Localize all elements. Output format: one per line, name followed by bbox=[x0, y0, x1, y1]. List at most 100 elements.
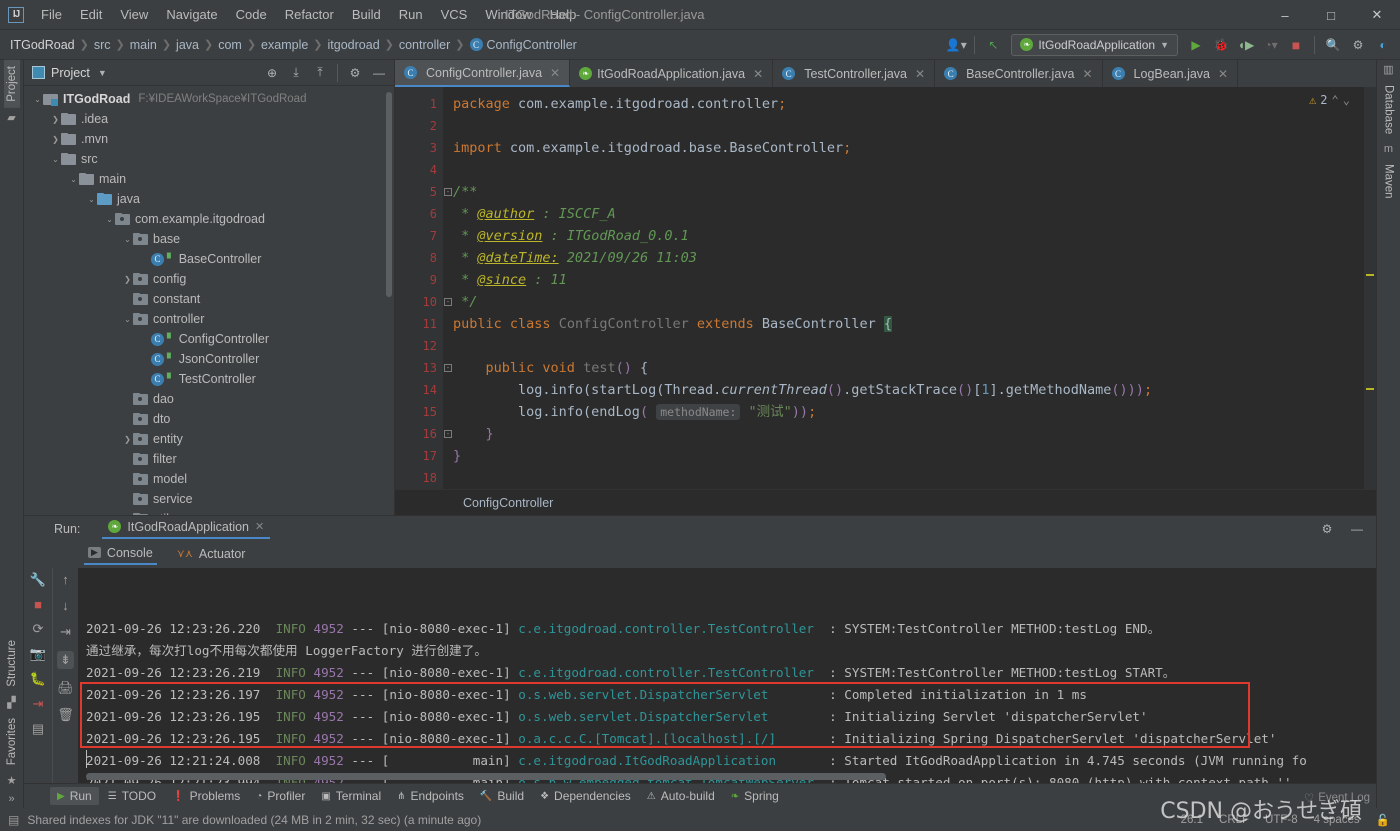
chevron-down-icon[interactable]: ⌄ bbox=[122, 515, 133, 516]
console-horizontal-scrollbar[interactable] bbox=[86, 773, 886, 780]
tab-actuator[interactable]: ⋎⋏ Actuator bbox=[173, 547, 250, 564]
menu-refactor[interactable]: Refactor bbox=[276, 3, 343, 26]
error-stripe-marker-bar[interactable] bbox=[1364, 87, 1376, 489]
sidebar-item-structure[interactable]: Structure bbox=[4, 634, 20, 693]
breadcrumb-item-com[interactable]: com bbox=[218, 38, 242, 52]
line-number[interactable]: 8 bbox=[395, 247, 443, 269]
tab-console[interactable]: ▶ Console bbox=[84, 546, 157, 565]
tree-node-constant[interactable]: constant bbox=[24, 289, 394, 309]
tree-node-main[interactable]: ⌄ main bbox=[24, 169, 394, 189]
breadcrumb-item-example[interactable]: example bbox=[261, 38, 308, 52]
menu-run[interactable]: Run bbox=[390, 3, 432, 26]
tree-node-base[interactable]: ⌄ base bbox=[24, 229, 394, 249]
tree-node--mvn[interactable]: ❯ .mvn bbox=[24, 129, 394, 149]
minimize-button[interactable]: – bbox=[1262, 0, 1308, 30]
editor-tab-itgodroadapplication[interactable]: ❧ ItGodRoadApplication.java ✕ bbox=[570, 60, 774, 87]
soft-wrap-icon[interactable]: ⇥ bbox=[60, 624, 71, 640]
breadcrumb-item-itgodroad[interactable]: itgodroad bbox=[328, 38, 380, 52]
tree-node-util[interactable]: ⌄ util bbox=[24, 509, 394, 515]
sidebar-item-maven[interactable]: Maven bbox=[1381, 158, 1397, 205]
line-number[interactable]: 10- bbox=[395, 291, 452, 313]
editor-tab-configcontroller[interactable]: C ConfigController.java ✕ bbox=[395, 60, 571, 87]
run-icon[interactable]: ▶ bbox=[1185, 34, 1207, 56]
chevron-right-icon[interactable]: ❯ bbox=[122, 275, 133, 284]
tool-window-auto-build[interactable]: ⚠ Auto-build bbox=[640, 787, 722, 805]
line-number[interactable]: 15 bbox=[395, 401, 443, 423]
line-number[interactable]: 1 bbox=[395, 93, 443, 115]
tree-node-model[interactable]: model bbox=[24, 469, 394, 489]
tree-node-filter[interactable]: filter bbox=[24, 449, 394, 469]
profile-icon[interactable]: ◔▾ bbox=[1260, 34, 1282, 56]
menu-edit[interactable]: Edit bbox=[71, 3, 111, 26]
caret-position[interactable]: 26:1 bbox=[1181, 814, 1203, 826]
tree-node-src[interactable]: ⌄ src bbox=[24, 149, 394, 169]
line-number[interactable]: 6 bbox=[395, 203, 443, 225]
line-number[interactable]: 13- bbox=[395, 357, 452, 379]
tree-node-itgodroad[interactable]: ⌄ ITGodRoad F:¥IDEAWorkSpace¥ITGodRoad bbox=[24, 89, 394, 109]
tool-window-endpoints[interactable]: ⋔ Endpoints bbox=[390, 787, 471, 805]
sidebar-item-project[interactable]: Project bbox=[3, 60, 20, 108]
tool-window-profiler[interactable]: ◔ Profiler bbox=[249, 787, 312, 805]
line-number[interactable]: 18 bbox=[395, 467, 443, 489]
line-number[interactable]: 2 bbox=[395, 115, 443, 137]
line-number[interactable]: 4 bbox=[395, 159, 443, 181]
stop-icon[interactable]: ■ bbox=[34, 597, 42, 612]
editor-tab-basecontroller[interactable]: C BaseController.java ✕ bbox=[935, 60, 1103, 87]
lock-icon[interactable]: 🔓 bbox=[1376, 813, 1390, 827]
line-number[interactable]: 17 bbox=[395, 445, 443, 467]
wrench-icon[interactable]: 🔧 bbox=[30, 572, 46, 588]
tool-window-todo[interactable]: ☰ TODO bbox=[101, 787, 163, 805]
scroll-up-icon[interactable]: ↑ bbox=[62, 572, 69, 587]
line-number[interactable]: 11 bbox=[395, 313, 443, 335]
tool-window-build[interactable]: 🔨 Build bbox=[473, 787, 531, 805]
collapse-all-icon[interactable]: ⤒ bbox=[309, 62, 331, 84]
gear-icon[interactable]: ⚙ bbox=[1316, 518, 1338, 540]
scroll-to-end-icon[interactable]: ⇟ bbox=[57, 651, 74, 669]
search-icon[interactable]: 🔍 bbox=[1322, 34, 1344, 56]
debug-attach-icon[interactable]: 🐛 bbox=[30, 671, 46, 687]
trash-icon[interactable]: 🗑 bbox=[57, 707, 74, 723]
hide-icon[interactable]: — bbox=[1346, 518, 1368, 540]
tree-node-configcontroller[interactable]: C ▘ ConfigController bbox=[24, 329, 394, 349]
menu-vcs[interactable]: VCS bbox=[432, 3, 477, 26]
tree-node-com-example-itgodroad[interactable]: ⌄ com.example.itgodroad bbox=[24, 209, 394, 229]
editor-breadcrumb[interactable]: ConfigController bbox=[395, 489, 1376, 515]
close-icon[interactable]: ✕ bbox=[1082, 67, 1092, 81]
sidebar-item-database[interactable]: Database bbox=[1381, 79, 1397, 140]
locate-icon[interactable]: ⊕ bbox=[261, 62, 283, 84]
line-separator[interactable]: CRLF bbox=[1219, 814, 1249, 826]
console-output[interactable]: 2021-09-26 12:23:26.220 INFO 4952 --- [n… bbox=[78, 568, 1376, 783]
menu-build[interactable]: Build bbox=[343, 3, 390, 26]
breadcrumb-item-controller[interactable]: controller bbox=[399, 38, 450, 52]
menu-navigate[interactable]: Navigate bbox=[157, 3, 226, 26]
rerun-icon[interactable]: ⟳ bbox=[33, 621, 44, 637]
chevron-right-icon[interactable]: ❯ bbox=[122, 435, 133, 444]
tree-node-java[interactable]: ⌄ java bbox=[24, 189, 394, 209]
tree-node-entity[interactable]: ❯ entity bbox=[24, 429, 394, 449]
code-content[interactable]: package com.example.itgodroad.controller… bbox=[443, 87, 1364, 489]
sidebar-item-favorites[interactable]: Favorites bbox=[4, 712, 20, 771]
line-number[interactable]: 12 bbox=[395, 335, 443, 357]
chevron-down-icon[interactable]: ⌄ bbox=[122, 235, 133, 244]
close-icon[interactable]: ✕ bbox=[753, 67, 763, 81]
menu-code[interactable]: Code bbox=[227, 3, 276, 26]
tree-node-dao[interactable]: dao bbox=[24, 389, 394, 409]
chevron-down-icon[interactable]: ⌄ bbox=[122, 315, 133, 324]
gear-icon[interactable]: ⚙ bbox=[1347, 34, 1369, 56]
user-icon[interactable]: 👤▾ bbox=[945, 34, 967, 56]
chevron-down-icon[interactable]: ⌄ bbox=[86, 195, 97, 204]
hide-icon[interactable]: — bbox=[368, 62, 390, 84]
line-number[interactable]: 14 bbox=[395, 379, 443, 401]
tree-node-controller[interactable]: ⌄ controller bbox=[24, 309, 394, 329]
chevron-down-icon[interactable]: ▼ bbox=[98, 68, 107, 78]
layout-icon[interactable]: ▤ bbox=[32, 721, 44, 737]
editor-tab-testcontroller[interactable]: C TestController.java ✕ bbox=[773, 60, 936, 87]
breadcrumb-item-class[interactable]: C ConfigController bbox=[469, 38, 577, 52]
maximize-button[interactable]: □ bbox=[1308, 0, 1354, 30]
tree-node-config[interactable]: ❯ config bbox=[24, 269, 394, 289]
chevron-right-icon[interactable]: ❯ bbox=[50, 135, 61, 144]
tree-node-basecontroller[interactable]: C ▘ BaseController bbox=[24, 249, 394, 269]
debug-icon[interactable]: 🐞 bbox=[1210, 34, 1232, 56]
close-icon[interactable]: ✕ bbox=[255, 520, 264, 533]
line-number[interactable]: 16- bbox=[395, 423, 452, 445]
